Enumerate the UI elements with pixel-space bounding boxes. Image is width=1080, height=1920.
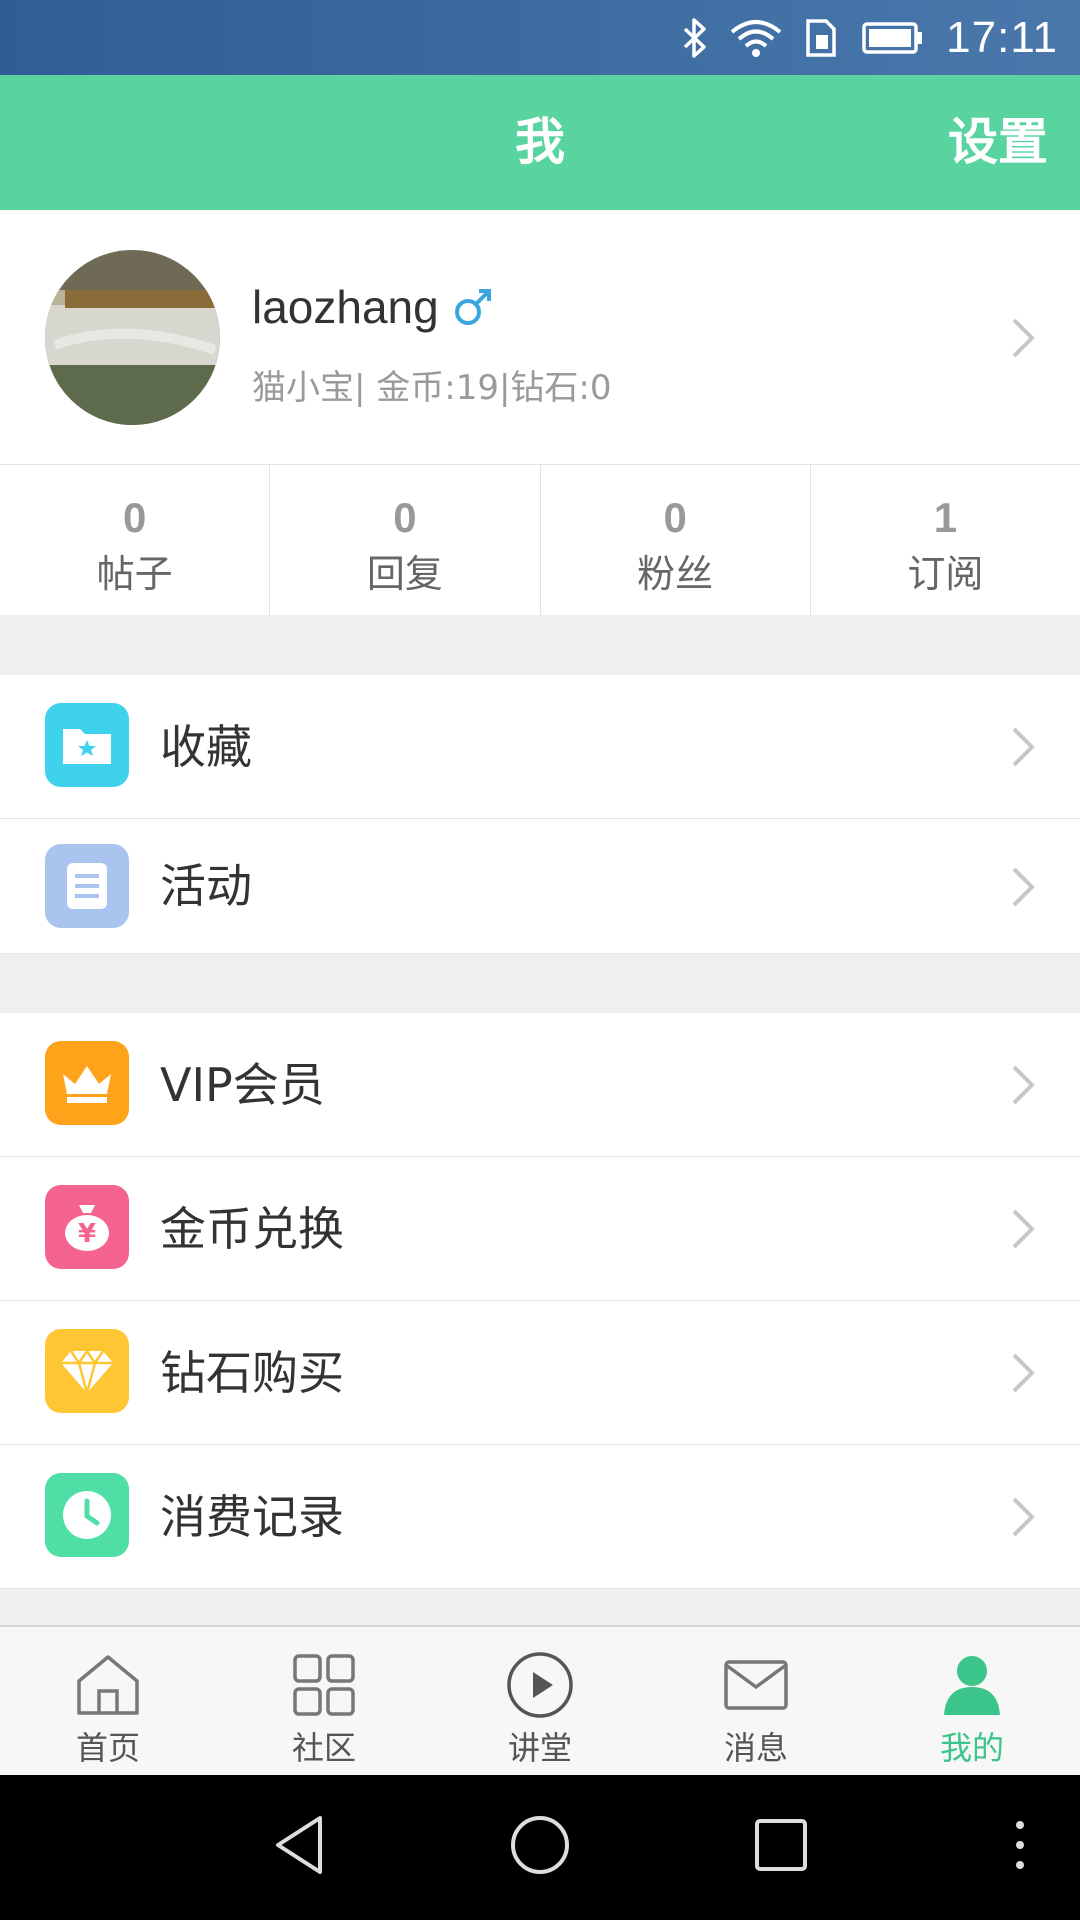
crown-icon — [45, 1041, 129, 1125]
home-circle-icon[interactable] — [508, 1813, 572, 1877]
menu-item-vip[interactable]: VIP会员 — [0, 1013, 1080, 1157]
diamond-icon — [45, 1329, 129, 1413]
chevron-right-icon — [1012, 1353, 1035, 1393]
stat-fans[interactable]: 0 粉丝 — [541, 465, 811, 615]
tab-label: 消息 — [723, 1729, 788, 1767]
tab-label: 我的 — [939, 1729, 1004, 1767]
app-header: 我 设置 — [0, 75, 1080, 210]
tab-label: 社区 — [291, 1729, 356, 1767]
back-icon[interactable] — [270, 1813, 328, 1877]
bottom-tab-bar: 首页 社区 讲堂 消息 我的 — [0, 1625, 1080, 1775]
stats-row: 0 帖子 0 回复 0 粉丝 1 订阅 — [0, 465, 1080, 615]
menu-group-1: 收藏 活动 — [0, 675, 1080, 954]
menu-label: 消费记录 — [160, 1490, 344, 1544]
stat-label: 回复 — [366, 552, 443, 596]
stat-replies[interactable]: 0 回复 — [270, 465, 541, 615]
chevron-right-icon — [1012, 1497, 1035, 1537]
svg-text:¥: ¥ — [78, 1219, 96, 1249]
favorites-folder-icon — [45, 703, 129, 787]
stat-value: 0 — [122, 494, 147, 541]
tab-messages[interactable]: 消息 — [648, 1627, 864, 1775]
profile-card[interactable]: laozhang 猫小宝| 金币:19|钻石:0 — [0, 210, 1080, 465]
profile-subtitle: 猫小宝| 金币:19|钻石:0 — [252, 368, 612, 408]
stat-value: 0 — [663, 494, 687, 541]
user-icon — [864, 1649, 1080, 1721]
stat-value: 1 — [933, 494, 958, 541]
tab-lecture[interactable]: 讲堂 — [432, 1627, 648, 1775]
activity-document-icon — [45, 844, 129, 928]
menu-item-diamond-purchase[interactable]: 钻石购买 — [0, 1301, 1080, 1445]
system-navigation-bar — [0, 1775, 1080, 1920]
grid-icon — [216, 1649, 432, 1721]
play-icon — [432, 1649, 648, 1721]
wifi-icon — [730, 18, 782, 58]
chevron-right-icon — [1012, 867, 1035, 907]
recents-icon[interactable] — [753, 1813, 809, 1877]
sim-icon — [804, 17, 840, 59]
menu-item-activities[interactable]: 活动 — [0, 819, 1080, 954]
username: laozhang — [252, 281, 439, 333]
home-icon — [0, 1649, 216, 1721]
stat-label: 帖子 — [96, 552, 173, 596]
status-time: 17:11 — [946, 12, 1058, 62]
tab-home[interactable]: 首页 — [0, 1627, 216, 1775]
menu-label: 收藏 — [160, 720, 252, 774]
menu-item-coin-exchange[interactable]: ¥ 金币兑换 — [0, 1157, 1080, 1301]
menu-item-favorites[interactable]: 收藏 — [0, 675, 1080, 819]
stat-posts[interactable]: 0 帖子 — [0, 465, 271, 615]
money-bag-icon: ¥ — [45, 1185, 129, 1269]
menu-item-spending-records[interactable]: 消费记录 — [0, 1445, 1080, 1589]
clock-icon — [45, 1473, 129, 1557]
chevron-right-icon — [1012, 1065, 1035, 1105]
tab-me[interactable]: 我的 — [864, 1627, 1080, 1775]
battery-icon — [862, 21, 924, 55]
male-icon — [453, 287, 493, 327]
menu-label: 活动 — [160, 859, 252, 913]
chevron-right-icon — [1012, 727, 1035, 767]
tab-label: 首页 — [75, 1729, 140, 1767]
chevron-right-icon — [1012, 318, 1035, 358]
mail-icon — [648, 1649, 864, 1721]
stat-value: 0 — [393, 494, 417, 541]
chevron-right-icon — [1012, 1209, 1035, 1249]
settings-button[interactable]: 设置 — [948, 75, 1048, 210]
more-icon[interactable] — [1008, 1813, 1032, 1877]
menu-label: 钻石购买 — [160, 1346, 344, 1400]
stat-subscriptions[interactable]: 1 订阅 — [811, 465, 1080, 615]
bluetooth-icon — [682, 17, 708, 59]
username-row: laozhang — [252, 280, 493, 334]
tab-community[interactable]: 社区 — [216, 1627, 432, 1775]
avatar[interactable] — [45, 250, 220, 425]
stat-label: 粉丝 — [637, 552, 714, 596]
stat-label: 订阅 — [907, 552, 984, 596]
page-title: 我 — [515, 113, 565, 171]
status-bar: 17:11 — [0, 0, 1080, 75]
tab-label: 讲堂 — [507, 1729, 572, 1767]
menu-label: 金币兑换 — [160, 1202, 344, 1256]
menu-group-2: VIP会员 ¥ 金币兑换 钻石购买 消费记录 — [0, 1013, 1080, 1589]
menu-label: VIP会员 — [160, 1058, 325, 1112]
